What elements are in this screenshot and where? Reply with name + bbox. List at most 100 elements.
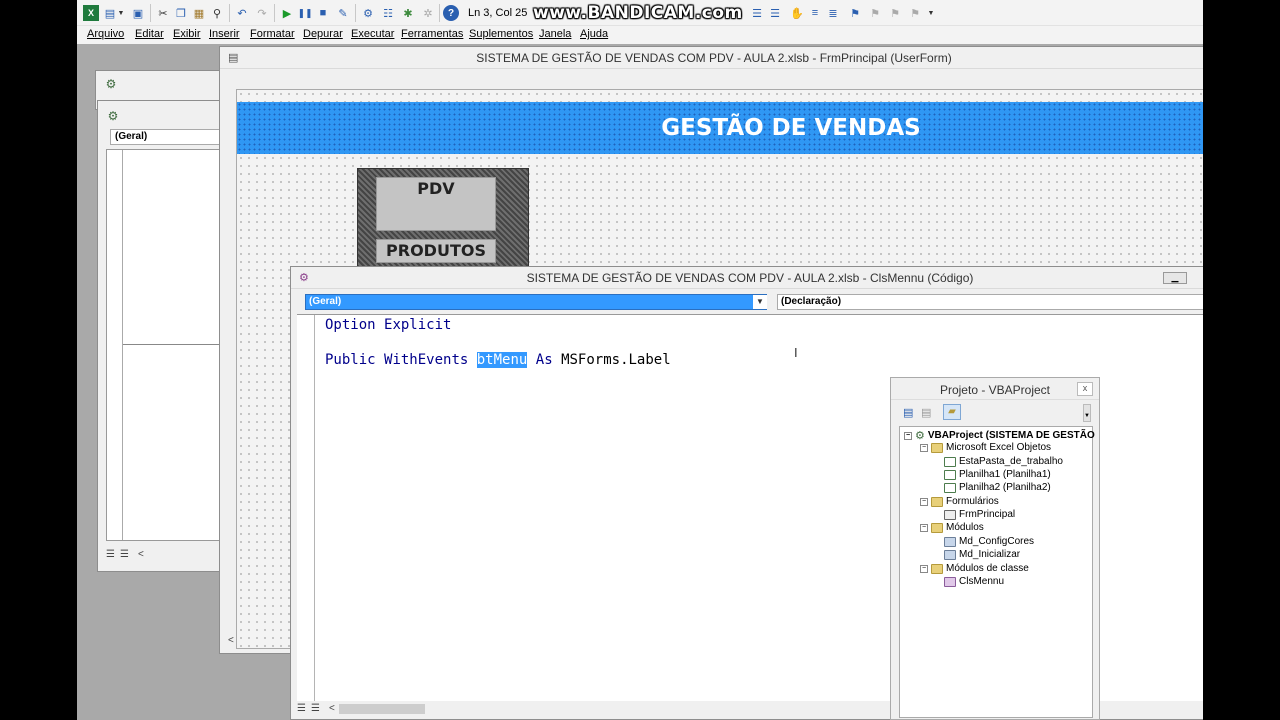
selected-text[interactable]: btMenu xyxy=(476,352,528,368)
design-mode-icon[interactable]: ✎ xyxy=(335,5,351,21)
produtos-button[interactable]: PRODUTOS xyxy=(376,239,496,263)
full-module-view-icon[interactable]: ☰ xyxy=(120,549,129,560)
tree-item[interactable]: Md_Inicializar xyxy=(944,549,1020,560)
paste-icon[interactable]: ▦ xyxy=(191,5,207,21)
view-object-icon[interactable]: ▤ xyxy=(921,406,931,419)
menu-inserir[interactable]: Inserir xyxy=(209,28,240,40)
object-browser-icon[interactable]: ✱ xyxy=(400,5,416,21)
undo-icon[interactable]: ↶ xyxy=(234,5,250,21)
toggle-bookmark-icon[interactable]: ⚑ xyxy=(847,5,863,21)
save-icon[interactable]: ▣ xyxy=(130,5,146,21)
folder-label: Módulos xyxy=(946,522,984,533)
properties-icon[interactable]: ☷ xyxy=(380,5,396,21)
object-combo[interactable]: (Geral) xyxy=(305,294,767,310)
module-icon xyxy=(944,549,956,560)
menu-exibir[interactable]: Exibir xyxy=(173,28,201,40)
folder-label: Formulários xyxy=(946,496,999,507)
workbook-icon xyxy=(944,456,956,467)
menu-executar[interactable]: Executar xyxy=(351,28,394,40)
clear-bookmarks-icon[interactable]: ⚑ xyxy=(907,5,923,21)
tree-folder-modules[interactable]: − Módulos xyxy=(920,522,984,533)
scroll-left-icon[interactable]: < xyxy=(228,635,234,646)
toggle-breakpoint-icon[interactable]: ✋ xyxy=(789,5,805,21)
toolbar-options-icon[interactable]: ▼ xyxy=(927,5,935,21)
run-icon[interactable]: ▶ xyxy=(279,5,295,21)
help-icon[interactable]: ? xyxy=(443,5,459,21)
toolbar-options-icon[interactable]: ▼ xyxy=(1083,404,1091,422)
next-bookmark-icon[interactable]: ⚑ xyxy=(867,5,883,21)
menu-arquivo[interactable]: Arquivo xyxy=(87,28,124,40)
view-code-icon[interactable]: ▤ xyxy=(903,406,913,419)
dropdown-arrow-icon[interactable]: ▼ xyxy=(117,5,125,21)
project-explorer: Projeto - VBAProject x ▤ ▤ ▰ ▼ − ⚙ VBAProj… xyxy=(890,377,1100,720)
tree-root[interactable]: − ⚙ VBAProject (SISTEMA DE GESTÃO xyxy=(904,429,1095,442)
insert-userform-icon[interactable]: ▤ xyxy=(102,5,118,21)
menu-editar[interactable]: Editar xyxy=(135,28,164,40)
tree-item[interactable]: ClsMennu xyxy=(944,576,1004,587)
toggle-folders-icon[interactable]: ▰ xyxy=(943,404,961,420)
scroll-left-icon[interactable]: < xyxy=(138,549,144,560)
project-tree[interactable]: − ⚙ VBAProject (SISTEMA DE GESTÃO − Microso… xyxy=(899,426,1095,718)
tree-root-label: VBAProject (SISTEMA DE GESTÃO xyxy=(927,430,1095,441)
code-title-bar: ⚙ SISTEMA DE GESTÃO DE VENDAS COM PDV - … xyxy=(291,267,1203,289)
full-module-view-icon[interactable]: ☰ xyxy=(311,703,320,714)
worksheet-icon xyxy=(944,482,956,493)
item-label: Planilha2 (Planilha2) xyxy=(959,482,1051,493)
project-explorer-icon[interactable]: ⚙ xyxy=(360,5,376,21)
pdv-button[interactable]: PDV xyxy=(376,177,496,231)
toolbox-icon[interactable]: ✲ xyxy=(420,5,436,21)
keyword: Option xyxy=(325,317,376,333)
standard-toolbar: X ▤ ▼ ▣ ✂ ❐ ▦ ⚲ ↶ ↷ ▶ ❚❚ ■ ✎ ⚙ ☷ ✱ ✲ ? L… xyxy=(77,0,1203,26)
reset-icon[interactable]: ■ xyxy=(315,5,331,21)
cut-icon[interactable]: ✂ xyxy=(155,5,171,21)
tree-item[interactable]: FrmPrincipal xyxy=(944,509,1015,520)
userform-title-bar: ▤ SISTEMA DE GESTÃO DE VENDAS COM PDV - … xyxy=(220,47,1203,69)
tree-item[interactable]: Md_ConfigCores xyxy=(944,536,1034,547)
menu-janela[interactable]: Janela xyxy=(539,28,571,40)
code-line-1: Option Explicit xyxy=(325,317,451,333)
vba-window-icon: ⚙ xyxy=(107,109,119,123)
folder-label: Módulos de classe xyxy=(946,563,1029,574)
tree-folder-class[interactable]: − Módulos de classe xyxy=(920,563,1029,574)
margin-indicator-bar[interactable] xyxy=(297,315,315,701)
menu-depurar[interactable]: Depurar xyxy=(303,28,343,40)
menu-suplementos[interactable]: Suplementos xyxy=(469,28,533,40)
comment-block-icon[interactable]: ≡ xyxy=(807,5,823,21)
copy-icon[interactable]: ❐ xyxy=(173,5,189,21)
outdent-icon[interactable]: ☰ xyxy=(767,5,783,21)
tree-item[interactable]: EstaPasta_de_trabalho xyxy=(944,456,1063,467)
tree-item[interactable]: Planilha2 (Planilha2) xyxy=(944,482,1051,493)
mdi-area: ⚙ ⚙ (Geral) ☰ ☰ < ▤ SISTEMA DE GESTÃO DE… xyxy=(77,44,1203,720)
uncomment-block-icon[interactable]: ≣ xyxy=(825,5,841,21)
procedure-view-icon[interactable]: ☰ xyxy=(106,549,115,560)
redo-icon[interactable]: ↷ xyxy=(254,5,270,21)
minimize-button[interactable]: ▁ xyxy=(1163,272,1187,284)
item-label: Md_ConfigCores xyxy=(959,536,1035,547)
vba-window-icon: ⚙ xyxy=(105,77,117,91)
menu-formatar[interactable]: Formatar xyxy=(250,28,295,40)
class-module-icon xyxy=(944,576,956,587)
tree-item[interactable]: Planilha1 (Planilha1) xyxy=(944,469,1051,480)
indent-icon[interactable]: ☰ xyxy=(749,5,765,21)
procedure-combo[interactable]: (Declaração) xyxy=(777,294,1203,310)
tree-folder-excel[interactable]: − Microsoft Excel Objetos xyxy=(920,442,1051,453)
menu-ferramentas[interactable]: Ferramentas xyxy=(401,28,463,40)
text-cursor-icon: I xyxy=(794,345,798,360)
menu-ajuda[interactable]: Ajuda xyxy=(580,28,608,40)
close-button[interactable]: x xyxy=(1077,382,1093,396)
procedure-view-icon[interactable]: ☰ xyxy=(297,703,306,714)
horizontal-scrollbar-thumb[interactable] xyxy=(339,704,425,714)
recording-watermark: www.BANDICAM.com xyxy=(533,3,743,23)
header-banner[interactable]: GESTÃO DE VENDAS xyxy=(237,102,1203,154)
tree-folder-forms[interactable]: − Formulários xyxy=(920,496,999,507)
folder-icon xyxy=(931,563,943,574)
excel-icon[interactable]: X xyxy=(83,5,99,21)
break-icon[interactable]: ❚❚ xyxy=(297,5,313,21)
item-label: EstaPasta_de_trabalho xyxy=(959,456,1063,467)
scroll-left-icon[interactable]: < xyxy=(329,703,335,714)
previous-bookmark-icon[interactable]: ⚑ xyxy=(887,5,903,21)
project-explorer-title: Projeto - VBAProject xyxy=(939,383,1051,397)
userform-icon xyxy=(944,509,956,520)
find-icon[interactable]: ⚲ xyxy=(209,5,225,21)
chevron-down-icon[interactable]: ▼ xyxy=(753,295,767,309)
